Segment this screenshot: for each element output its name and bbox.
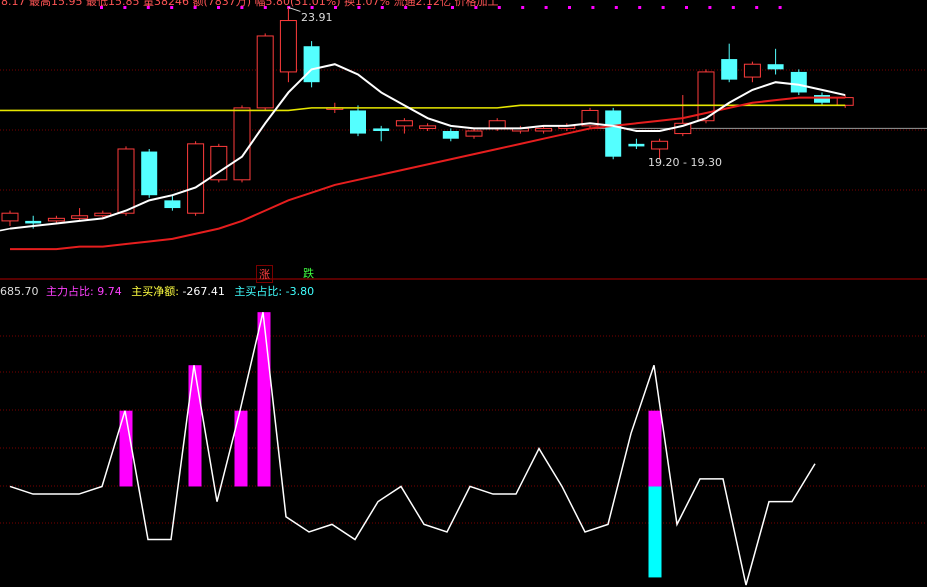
candle-body-up (488, 120, 506, 129)
candle-body-down (25, 220, 42, 224)
high-price-label: 23.91 (301, 11, 333, 24)
buy-ratio-label: 主买占比: (234, 285, 283, 298)
candle-body-down (303, 46, 320, 83)
candle-body-up (465, 130, 483, 137)
main-ratio-label: 主力占比: (46, 285, 94, 298)
candle-body-up (395, 120, 413, 127)
top-marker-dot (685, 6, 688, 9)
candle-body-down (605, 110, 622, 157)
top-marker-dot (778, 6, 782, 9)
value-prefix: 685.70 (0, 285, 39, 298)
top-marker-dot (731, 6, 735, 9)
ma-red-line (10, 96, 846, 251)
candle-body-up (535, 127, 553, 132)
cyan-bar (648, 486, 662, 578)
magenta-bar (648, 410, 662, 487)
candle-body-up (256, 35, 274, 109)
candle-body-down (790, 71, 807, 93)
candle-body-up (743, 63, 761, 78)
candle-body-up (836, 97, 854, 106)
candle-body-up (233, 107, 251, 181)
candle-body-up (71, 215, 89, 219)
candle-body-up (1, 212, 19, 222)
top-marker-dot (661, 6, 665, 9)
top-marker-dot (614, 6, 618, 9)
top-marker-dot (708, 6, 712, 9)
candle-body-up (187, 143, 205, 214)
candle-body-up (651, 140, 669, 150)
candle-body-down (442, 131, 459, 139)
candle-body-up (117, 148, 135, 214)
up-marker: 涨 (256, 265, 273, 283)
indicator-header: 685.70 主力占比: 9.74 主买净额: -267.41 主买占比: -3… (0, 283, 314, 299)
ma-white-line (9, 63, 846, 230)
buy-ratio-value: -3.80 (285, 285, 315, 298)
candle-body-down (141, 151, 158, 196)
candle-body-down (814, 95, 830, 103)
magenta-bar (188, 365, 202, 487)
candle-body-down (721, 59, 738, 80)
ma-white-lead (0, 227, 11, 232)
range-label: 19.20 - 19.30 (648, 156, 722, 169)
top-marker-dot (638, 6, 642, 9)
top-marker-dot (591, 6, 595, 9)
net-buy-value: -267.41 (182, 285, 225, 298)
net-buy-label: 主买净额: (131, 285, 179, 298)
candle-body-up (279, 20, 297, 73)
top-marker-dot (568, 6, 571, 9)
candle-body-down (628, 143, 645, 147)
top-marker-dot (755, 6, 759, 9)
candle-body-down (164, 200, 181, 209)
top-marker-dot (544, 6, 548, 9)
main-ratio-value: 9.74 (97, 285, 122, 298)
magenta-bar (257, 312, 271, 487)
candle-body-down (373, 128, 390, 131)
candle-body-up (419, 125, 437, 129)
candle-body-up (47, 217, 65, 222)
top-marker-dot (521, 6, 525, 9)
candle-body-down (767, 64, 784, 70)
candle-body-down (350, 110, 366, 134)
top-header-text: 28.17 最高15.95 最低15.85 量38246 额(7837万) 幅5… (0, 0, 499, 8)
candle-body-up (94, 212, 112, 217)
down-marker: 跌 (303, 267, 314, 280)
